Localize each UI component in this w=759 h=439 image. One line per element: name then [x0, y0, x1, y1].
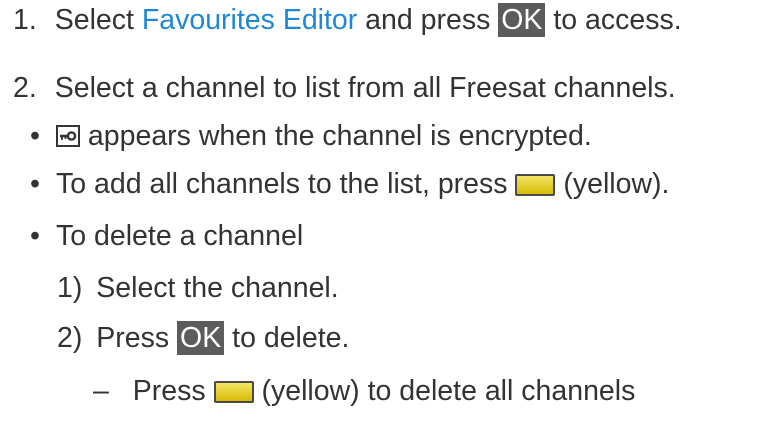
substep-2-text-a: Press	[96, 322, 178, 354]
dash-mark: –	[93, 375, 109, 407]
step-2-text: Select a channel to list from all Freesa…	[54, 72, 676, 104]
add-all-text-a: To add all channels to the list, press	[56, 168, 516, 200]
step-1-text-a: Select	[54, 4, 142, 36]
substep-2-number: 2)	[57, 322, 83, 354]
substep-2: 2) Press OK to delete.	[57, 320, 349, 356]
substep-1-number: 1)	[57, 272, 83, 304]
bullet-add-all: • To add all channels to the list, press…	[30, 166, 669, 202]
dash-item: – Press (yellow) to delete all channels	[93, 373, 635, 409]
encrypted-text: appears when the channel is encrypted.	[87, 120, 592, 152]
ok-key: OK	[177, 321, 225, 355]
step-1-text-c: to access.	[545, 4, 682, 36]
dash-item-text-b: (yellow) to delete all channels	[253, 375, 636, 407]
substep-1: 1) Select the channel.	[57, 270, 339, 306]
step-2: 2. Select a channel to list from all Fre…	[13, 70, 676, 106]
delete-text: To delete a channel	[56, 220, 304, 252]
step-1-text-b: and press	[357, 4, 499, 36]
ok-key: OK	[498, 3, 546, 37]
bullet-dot: •	[30, 120, 40, 152]
dash-item-text-a: Press	[132, 375, 214, 407]
step-1: 1. Select Favourites Editor and press OK…	[13, 2, 682, 38]
bullet-dot: •	[30, 168, 40, 200]
substep-1-text: Select the channel.	[96, 272, 339, 304]
bullet-encrypted: • appears when the channel is encrypted.	[30, 118, 592, 154]
step-2-number: 2.	[13, 72, 37, 104]
bullet-delete: • To delete a channel	[30, 218, 303, 254]
add-all-text-b: (yellow).	[555, 168, 670, 200]
key-icon	[56, 120, 80, 156]
bullet-dot: •	[30, 220, 40, 252]
favourites-editor-link[interactable]: Favourites Editor	[142, 4, 357, 36]
yellow-button-icon	[213, 381, 254, 403]
substep-2-text-b: to delete.	[224, 322, 350, 354]
yellow-button-icon	[515, 174, 556, 196]
step-1-number: 1.	[13, 4, 37, 36]
